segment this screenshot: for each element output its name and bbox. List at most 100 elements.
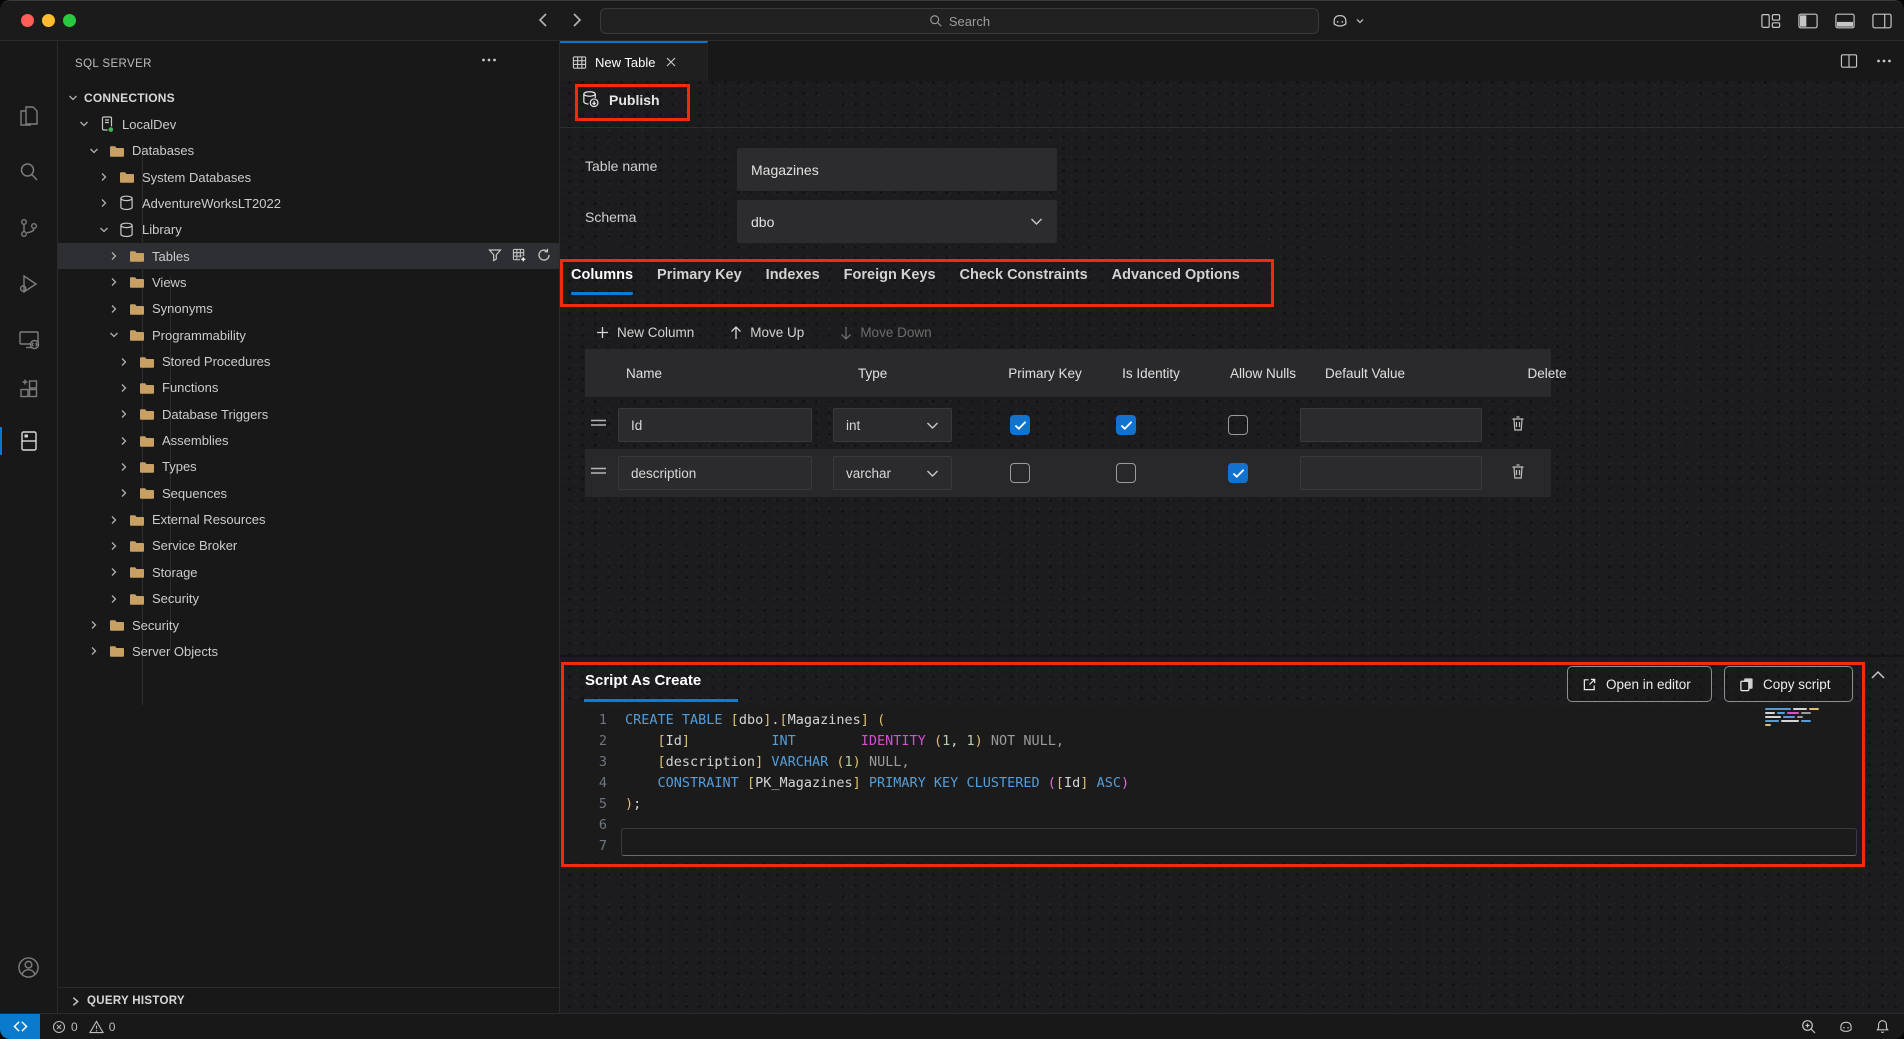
sql-server-view-icon[interactable] xyxy=(0,419,57,463)
run-and-debug-icon[interactable] xyxy=(0,262,57,306)
tree-item-types[interactable]: Types xyxy=(58,454,559,480)
toggle-secondary-sidebar-icon[interactable] xyxy=(1872,12,1892,30)
search-input[interactable]: Search xyxy=(600,8,1319,34)
sql-code-editor[interactable]: 1CREATE TABLE [dbo].[Magazines] (2 [Id] … xyxy=(565,706,1859,863)
filter-icon[interactable] xyxy=(488,248,502,263)
chevron-collapsed-icon[interactable] xyxy=(118,408,130,420)
close-window-button[interactable] xyxy=(21,14,34,27)
customize-layout-icon[interactable] xyxy=(1761,12,1781,30)
chevron-collapsed-icon[interactable] xyxy=(108,276,120,288)
chevron-collapsed-icon[interactable] xyxy=(118,487,130,499)
open-in-editor-button[interactable]: Open in editor xyxy=(1567,666,1712,702)
chevron-up-icon[interactable] xyxy=(1870,669,1886,681)
query-history-section[interactable]: QUERY HISTORY xyxy=(58,987,559,1014)
extensions-icon[interactable] xyxy=(0,367,57,411)
script-as-create-tab[interactable]: Script As Create xyxy=(585,672,701,689)
delete-column-trash-icon[interactable] xyxy=(1510,415,1526,432)
chevron-collapsed-icon[interactable] xyxy=(88,619,100,631)
schema-select[interactable]: dbo xyxy=(737,200,1057,243)
chevron-collapsed-icon[interactable] xyxy=(118,356,130,368)
tree-item-synonyms[interactable]: Synonyms xyxy=(58,296,559,322)
explorer-icon[interactable] xyxy=(0,94,57,138)
refresh-icon[interactable] xyxy=(537,248,551,263)
tree-item-database-triggers[interactable]: Database Triggers xyxy=(58,401,559,427)
remote-explorer-icon[interactable] xyxy=(0,318,57,362)
column-type-select[interactable]: varchar xyxy=(833,456,952,490)
copy-script-button[interactable]: Copy script xyxy=(1724,666,1853,702)
chevron-collapsed-icon[interactable] xyxy=(98,197,110,209)
move-up-button[interactable]: Move Up xyxy=(730,325,804,340)
tree-item-server-objects[interactable]: Server Objects xyxy=(58,638,559,664)
new-column-button[interactable]: New Column xyxy=(596,325,694,340)
publish-button[interactable]: Publish xyxy=(581,90,660,109)
account-icon[interactable] xyxy=(0,945,57,989)
tree-item-system-databases[interactable]: System Databases xyxy=(58,164,559,190)
chevron-collapsed-icon[interactable] xyxy=(108,514,120,526)
search-view-icon[interactable] xyxy=(0,150,57,194)
zoom-status-icon[interactable] xyxy=(1801,1019,1817,1035)
split-editor-icon[interactable] xyxy=(1840,53,1858,69)
source-control-icon[interactable] xyxy=(0,206,57,250)
chevron-collapsed-icon[interactable] xyxy=(108,566,120,578)
drag-handle-icon[interactable] xyxy=(590,418,607,428)
chevron-expanded-icon[interactable] xyxy=(108,329,120,341)
tree-item-tables[interactable]: Tables xyxy=(58,243,559,269)
is-identity-checkbox-checked[interactable] xyxy=(1116,415,1136,435)
close-tab-icon[interactable] xyxy=(665,56,677,68)
tree-item-functions[interactable]: Functions xyxy=(58,375,559,401)
designer-tab-advanced-options[interactable]: Advanced Options xyxy=(1112,267,1240,295)
table-name-input[interactable]: Magazines xyxy=(737,148,1057,191)
primary-key-checkbox-unchecked[interactable] xyxy=(1010,463,1030,483)
tree-item-security[interactable]: Security xyxy=(58,612,559,638)
toggle-panel-icon[interactable] xyxy=(1835,12,1855,30)
designer-tab-primary-key[interactable]: Primary Key xyxy=(657,267,742,295)
more-actions-icon[interactable] xyxy=(481,57,497,63)
designer-tab-columns[interactable]: Columns xyxy=(571,267,633,295)
chevron-collapsed-icon[interactable] xyxy=(98,171,110,183)
tree-item-assemblies[interactable]: Assemblies xyxy=(58,428,559,454)
copilot-menu[interactable] xyxy=(1330,9,1365,33)
column-type-select[interactable]: int xyxy=(833,408,952,442)
column-name-input[interactable]: description xyxy=(618,456,812,490)
tree-item-programmability[interactable]: Programmability xyxy=(58,322,559,348)
delete-column-trash-icon[interactable] xyxy=(1510,463,1526,480)
column-name-input[interactable]: Id xyxy=(618,408,812,442)
allow-nulls-checkbox-unchecked[interactable] xyxy=(1228,415,1248,435)
default-value-input[interactable] xyxy=(1300,408,1482,442)
forward-icon[interactable] xyxy=(566,10,586,30)
tree-item-external-resources[interactable]: External Resources xyxy=(58,507,559,533)
designer-tab-check-constraints[interactable]: Check Constraints xyxy=(960,267,1088,295)
new-table-icon[interactable] xyxy=(512,248,527,263)
tree-item-storage[interactable]: Storage xyxy=(58,559,559,585)
empty-line-input[interactable] xyxy=(621,828,1857,856)
remote-indicator[interactable] xyxy=(0,1014,40,1039)
tree-item-security[interactable]: Security xyxy=(58,586,559,612)
maximize-window-button[interactable] xyxy=(63,14,76,27)
chevron-collapsed-icon[interactable] xyxy=(118,435,130,447)
move-down-button[interactable]: Move Down xyxy=(840,325,931,340)
chevron-collapsed-icon[interactable] xyxy=(118,461,130,473)
tree-item-library[interactable]: Library xyxy=(58,217,559,243)
tree-item-sequences[interactable]: Sequences xyxy=(58,480,559,506)
tab-new-table[interactable]: New Table xyxy=(560,41,708,81)
chevron-expanded-icon[interactable] xyxy=(98,224,110,236)
chevron-collapsed-icon[interactable] xyxy=(108,303,120,315)
is-identity-checkbox-unchecked[interactable] xyxy=(1116,463,1136,483)
back-icon[interactable] xyxy=(534,10,554,30)
designer-tab-indexes[interactable]: Indexes xyxy=(766,267,820,295)
drag-handle-icon[interactable] xyxy=(590,466,607,476)
copilot-status-icon[interactable] xyxy=(1837,1019,1855,1035)
chevron-collapsed-icon[interactable] xyxy=(88,645,100,657)
toggle-primary-sidebar-icon[interactable] xyxy=(1798,12,1818,30)
default-value-input[interactable] xyxy=(1300,456,1482,490)
tree-item-stored-procedures[interactable]: Stored Procedures xyxy=(58,349,559,375)
tree-item-databases[interactable]: Databases xyxy=(58,138,559,164)
tree-item-connections[interactable]: CONNECTIONS xyxy=(58,85,559,111)
tree-item-localdev[interactable]: LocalDev xyxy=(58,111,559,137)
allow-nulls-checkbox-checked[interactable] xyxy=(1228,463,1248,483)
chevron-collapsed-icon[interactable] xyxy=(118,382,130,394)
notifications-bell-icon[interactable] xyxy=(1875,1019,1890,1034)
chevron-expanded-icon[interactable] xyxy=(78,118,90,130)
chevron-expanded-icon[interactable] xyxy=(67,92,79,104)
chevron-expanded-icon[interactable] xyxy=(88,145,100,157)
